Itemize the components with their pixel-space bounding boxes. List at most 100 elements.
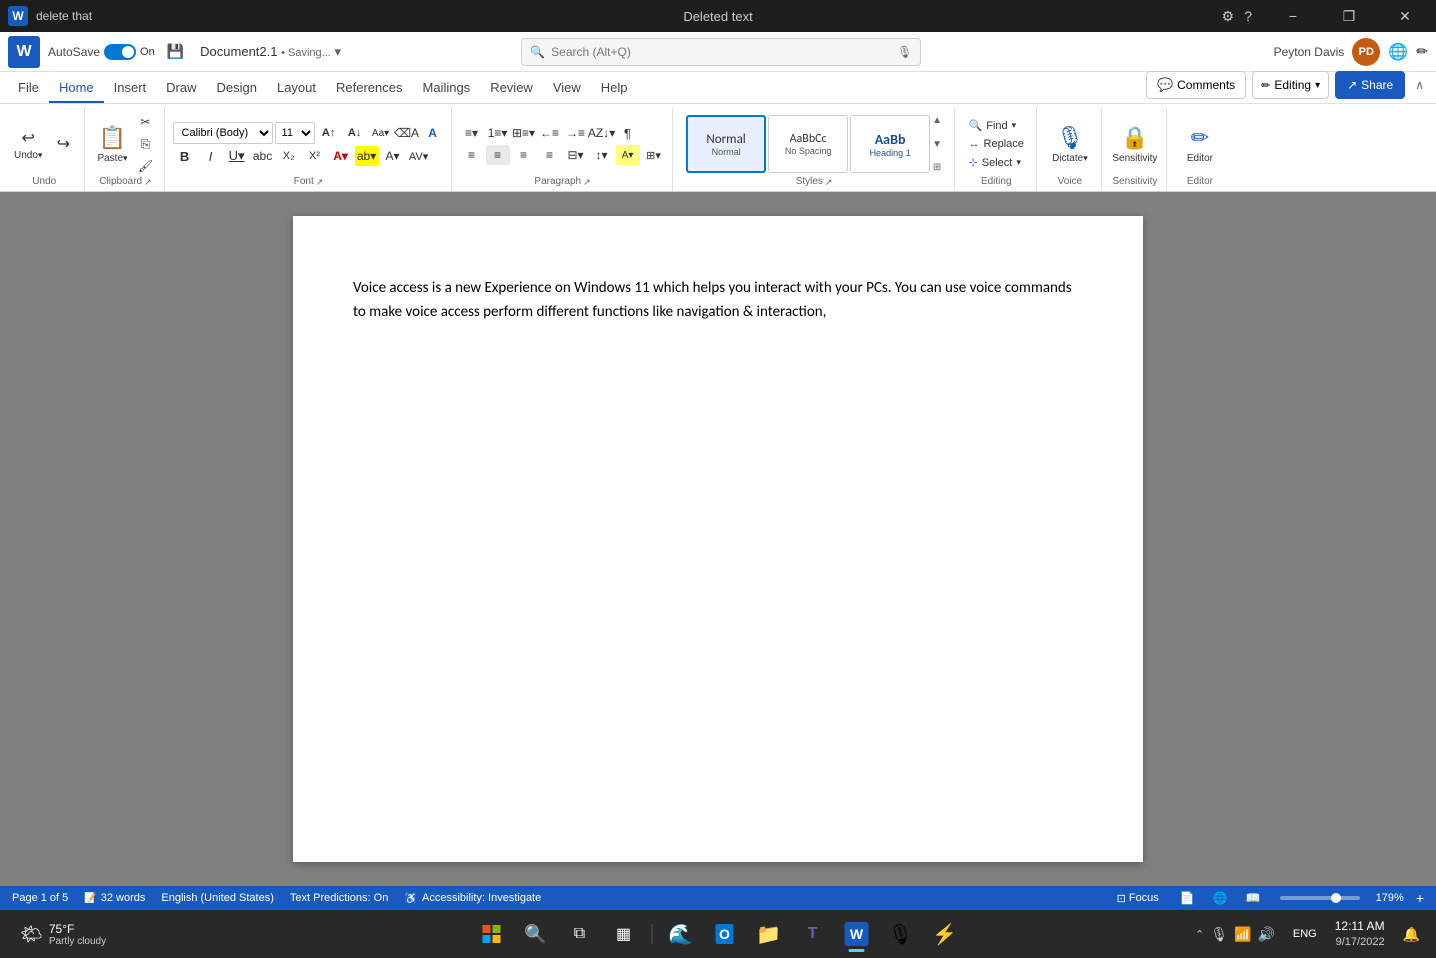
multilevel-button[interactable]: ⊞≡▾ xyxy=(512,123,536,143)
char-spacing-button[interactable]: AV▾ xyxy=(407,146,431,166)
align-center-button[interactable]: ≡ xyxy=(486,145,510,165)
taskbar-task-view[interactable]: ⧉ xyxy=(560,914,600,954)
share-button[interactable]: ↗ Share xyxy=(1335,71,1405,99)
taskbar-word[interactable]: W xyxy=(837,914,877,954)
styles-scroll-up[interactable]: ▲ xyxy=(932,115,942,126)
view-mode-web[interactable]: 🌐 xyxy=(1210,889,1231,907)
tab-review[interactable]: Review xyxy=(480,76,543,103)
columns-button[interactable]: ⊟▾ xyxy=(564,145,588,165)
font-expand-icon[interactable]: ↗ xyxy=(316,177,324,188)
comments-button[interactable]: 💬 Comments xyxy=(1146,71,1246,99)
line-spacing-button[interactable]: ↕▾ xyxy=(590,145,614,165)
numbering-button[interactable]: 1≡▾ xyxy=(486,123,510,143)
clear-format-button[interactable]: ⌫A xyxy=(395,123,419,143)
minimize-button[interactable]: − xyxy=(1270,0,1316,32)
tab-design[interactable]: Design xyxy=(207,76,267,103)
paste-dropdown-icon[interactable]: ▾ xyxy=(123,153,128,164)
editor-button[interactable]: ✏ Editor xyxy=(1175,114,1225,174)
find-button[interactable]: 🔍 Find ▾ xyxy=(963,117,1030,134)
weather-widget[interactable]: 🌤 75°F Partly cloudy xyxy=(12,918,114,951)
view-mode-read[interactable]: 📖 xyxy=(1243,889,1264,907)
clipboard-expand-icon[interactable]: ↗ xyxy=(144,177,152,188)
format-painter-button[interactable]: 🖌 xyxy=(134,156,158,176)
bullets-button[interactable]: ≡▾ xyxy=(460,123,484,143)
taskbar-outlook[interactable]: O xyxy=(705,914,745,954)
zoom-slider[interactable] xyxy=(1280,896,1360,900)
tab-references[interactable]: References xyxy=(326,76,412,103)
search-bar[interactable]: 🔍 🎙 xyxy=(521,38,921,66)
taskbar-powerbi[interactable]: ⚡ xyxy=(925,914,965,954)
styles-expand[interactable]: ⊞ xyxy=(933,162,941,173)
text-effects-button[interactable]: A xyxy=(421,123,445,143)
language-indicator[interactable]: ENG xyxy=(1289,926,1321,942)
paste-button[interactable]: 📋 Paste ▾ xyxy=(93,116,131,172)
tab-home[interactable]: Home xyxy=(49,76,104,103)
sort-button[interactable]: AZ↓▾ xyxy=(590,123,614,143)
taskbar-teams[interactable]: T xyxy=(793,914,833,954)
show-marks-button[interactable]: ¶ xyxy=(616,123,640,143)
text-shadow-button[interactable]: A▾ xyxy=(381,146,405,166)
cut-button[interactable]: ✂ xyxy=(134,112,158,132)
styles-expand-icon[interactable]: ↗ xyxy=(825,177,833,188)
translate-icon[interactable]: 🌐 xyxy=(1388,42,1408,62)
italic-button[interactable]: I xyxy=(199,146,223,166)
redo-button[interactable]: ↪ xyxy=(48,120,78,168)
superscript-button[interactable]: X² xyxy=(303,146,327,166)
taskbar-start[interactable] xyxy=(472,914,512,954)
tab-draw[interactable]: Draw xyxy=(156,76,206,103)
taskbar-voice-access[interactable]: 🎙 xyxy=(881,914,921,954)
taskbar-time[interactable]: 12:11 AM 9/17/2022 xyxy=(1329,916,1391,952)
tab-help[interactable]: Help xyxy=(591,76,638,103)
editing-mode-dropdown[interactable]: ✏ Editing ▾ xyxy=(1252,71,1329,99)
help-icon[interactable]: ? xyxy=(1244,8,1252,24)
select-dropdown-icon[interactable]: ▾ xyxy=(1016,157,1021,168)
zoom-in-button[interactable]: + xyxy=(1416,890,1424,906)
taskbar-search[interactable]: 🔍 xyxy=(516,914,556,954)
taskbar-widgets[interactable]: ▦ xyxy=(604,914,644,954)
tab-insert[interactable]: Insert xyxy=(104,76,157,103)
strikethrough-button[interactable]: abc xyxy=(251,146,275,166)
copy-button[interactable]: ⎘ xyxy=(134,134,158,154)
ribbon-collapse-button[interactable]: ∧ xyxy=(1411,76,1428,94)
taskbar-edge[interactable]: 🌊 xyxy=(661,914,701,954)
undo-button[interactable]: ↩ Undo ▾ xyxy=(10,120,46,168)
restore-button[interactable]: ❐ xyxy=(1326,0,1372,32)
notifications-button[interactable]: 🔔 xyxy=(1399,924,1424,945)
voice-search-icon[interactable]: 🎙 xyxy=(897,45,912,59)
font-color-button[interactable]: A▾ xyxy=(329,146,353,166)
increase-indent-button[interactable]: →≡ xyxy=(564,123,588,143)
taskbar-file-explorer[interactable]: 📁 xyxy=(749,914,789,954)
settings-icon[interactable]: ⚙ xyxy=(1222,8,1235,25)
font-family-select[interactable]: Calibri (Body) xyxy=(173,122,273,144)
system-tray[interactable]: ⌃ 🎙 📶 🔊 xyxy=(1189,924,1281,945)
view-mode-print[interactable]: 📄 xyxy=(1177,889,1198,907)
user-avatar[interactable]: PD xyxy=(1352,38,1380,66)
tab-layout[interactable]: Layout xyxy=(267,76,326,103)
styles-scroll-down[interactable]: ▼ xyxy=(932,139,942,150)
close-button[interactable]: ✕ xyxy=(1382,0,1428,32)
tab-view[interactable]: View xyxy=(543,76,591,103)
style-heading1[interactable]: AaBb Heading 1 xyxy=(850,115,930,173)
replace-button[interactable]: ↔ Replace xyxy=(963,136,1030,152)
tab-mailings[interactable]: Mailings xyxy=(413,76,481,103)
doc-dropdown-icon[interactable]: ▾ xyxy=(334,44,341,59)
decrease-indent-button[interactable]: ←≡ xyxy=(538,123,562,143)
underline-button[interactable]: U▾ xyxy=(225,146,249,166)
document-page[interactable]: Voice access is a new Experience on Wind… xyxy=(293,216,1143,862)
style-nospacing[interactable]: AaBbCc No Spacing xyxy=(768,115,848,173)
change-case-button[interactable]: Aa▾ xyxy=(369,123,393,143)
tab-file[interactable]: File xyxy=(8,76,49,103)
decrease-font-button[interactable]: A↓ xyxy=(343,123,367,143)
font-size-select[interactable]: 11 xyxy=(275,122,315,144)
document-content[interactable]: Voice access is a new Experience on Wind… xyxy=(353,276,1083,324)
quick-save-icon[interactable]: 💾 xyxy=(167,43,184,60)
undo-dropdown-icon[interactable]: ▾ xyxy=(38,150,43,161)
autosave-toggle[interactable] xyxy=(104,44,136,60)
shading-button[interactable]: A▾ xyxy=(616,145,640,165)
paragraph-expand-icon[interactable]: ↗ xyxy=(583,177,591,188)
pen-icon[interactable]: ✏ xyxy=(1416,43,1428,60)
dictate-dropdown-icon[interactable]: ▾ xyxy=(1083,153,1088,164)
bold-button[interactable]: B xyxy=(173,146,197,166)
dictate-button[interactable]: 🎙 Dictate ▾ xyxy=(1045,114,1095,174)
borders-button[interactable]: ⊞▾ xyxy=(642,145,666,165)
